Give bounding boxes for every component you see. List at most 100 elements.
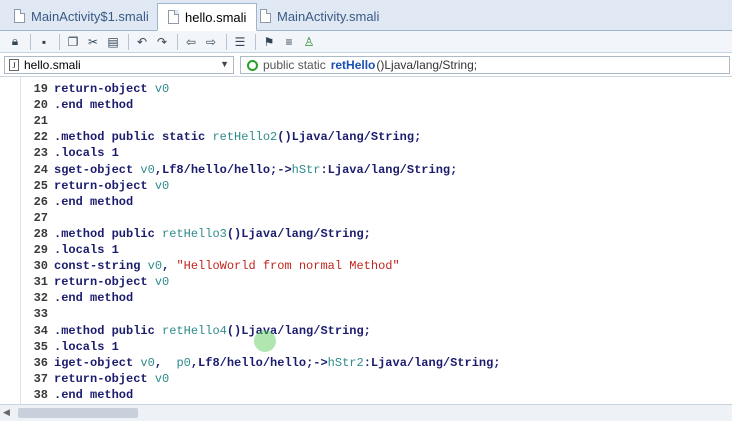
- horizontal-scrollbar[interactable]: ◀: [0, 404, 732, 421]
- redo-icon[interactable]: ↷: [153, 33, 171, 51]
- code-line[interactable]: 20 .end method: [0, 97, 732, 113]
- code-token: .end method: [54, 98, 134, 113]
- code-token: .end method: [54, 291, 134, 306]
- code-editor[interactable]: 19 return-object v0 20 .end method 21 22 .meth…: [0, 77, 732, 404]
- code-line[interactable]: 27: [0, 210, 732, 226]
- code-line[interactable]: 34 .method public retHello4()Ljava/lang/S…: [0, 323, 732, 339]
- code-token: const-string: [54, 259, 148, 274]
- code-token: .method public: [54, 323, 163, 338]
- code-line[interactable]: 29 .locals 1: [0, 242, 732, 258]
- code-text: .end method: [54, 97, 133, 113]
- line-number: 32: [33, 291, 48, 306]
- code-line[interactable]: 30 const-string v0, "HelloWorld from norm…: [0, 258, 732, 274]
- code-token: "HelloWorld from normal Method": [176, 259, 400, 274]
- mouse-cursor-highlight: [254, 330, 276, 352]
- line-number: 19: [33, 82, 48, 96]
- lock-icon[interactable]: 🔒︎: [6, 33, 24, 51]
- code-token: hStr: [291, 162, 321, 177]
- toolbar-separator: [128, 33, 129, 50]
- code-line[interactable]: 37 return-object v0: [0, 371, 732, 387]
- code-text: const-string v0, "HelloWorld from normal…: [54, 258, 400, 274]
- code-line[interactable]: 28 .method public retHello3()Ljava/lang/S…: [0, 226, 732, 242]
- code-token: .method public: [54, 226, 163, 241]
- toolbar-separator: [226, 33, 227, 50]
- code-line[interactable]: 24 sget-object v0,Lf8/hello/hello;->hStr:…: [0, 162, 732, 178]
- run-icon[interactable]: ♙: [300, 33, 318, 51]
- forward-icon[interactable]: ⇨: [202, 33, 220, 51]
- cut-icon[interactable]: ✂: [84, 33, 102, 51]
- toolbar-separator: [255, 33, 256, 50]
- bookmark-icon[interactable]: ⚑: [260, 33, 278, 51]
- code-token: .method public static: [54, 130, 213, 145]
- copy-icon[interactable]: ❐: [64, 33, 82, 51]
- line-number: 22: [33, 130, 48, 145]
- code-line[interactable]: 22 .method public static retHello2()Ljava…: [0, 129, 732, 145]
- code-line[interactable]: 38 .end method: [0, 387, 732, 403]
- code-text: .method public static retHello2()Ljava/l…: [54, 129, 421, 145]
- java-file-icon: J: [9, 59, 19, 71]
- tab-mainactivity-1[interactable]: MainActivity$1.smali: [4, 3, 159, 29]
- save-icon[interactable]: ▪: [35, 33, 53, 51]
- code-line[interactable]: 33: [0, 306, 732, 322]
- code-text: .method public retHello4()Ljava/lang/Str…: [54, 323, 371, 339]
- code-token: v0: [154, 178, 170, 193]
- code-line[interactable]: 36 iget-object v0, p0,Lf8/hello/hello;->h…: [0, 355, 732, 371]
- file-icon: [260, 9, 271, 23]
- code-token: sget-object: [54, 162, 141, 177]
- code-token: .locals 1: [54, 339, 119, 354]
- tab-hello[interactable]: hello.smali: [157, 3, 258, 31]
- format-icon[interactable]: ☰: [231, 33, 249, 51]
- line-number: 23: [33, 146, 48, 161]
- file-selector[interactable]: J hello.smali ▼: [4, 56, 234, 74]
- back-icon[interactable]: ⇦: [182, 33, 200, 51]
- code-text: return-object v0: [54, 371, 169, 387]
- line-number: 35: [33, 339, 48, 354]
- code-line[interactable]: 23 .locals 1: [0, 145, 732, 161]
- code-token: return-object: [54, 178, 155, 193]
- line-number: 28: [33, 226, 48, 241]
- method-signature: ()Ljava/lang/String;: [376, 58, 478, 72]
- tab-mainactivity[interactable]: MainActivity.smali: [250, 3, 389, 29]
- code-line[interactable]: 26 .end method: [0, 194, 732, 210]
- code-text: iget-object v0, p0,Lf8/hello/hello;->hSt…: [54, 355, 501, 371]
- code-token: p0: [176, 355, 191, 370]
- line-number: 31: [33, 275, 48, 290]
- code-text: .end method: [54, 290, 133, 306]
- code-line[interactable]: 35 .locals 1: [0, 339, 732, 355]
- toolbar-separator: [59, 33, 60, 50]
- code-token: v0: [140, 355, 155, 370]
- list-icon[interactable]: ≡: [280, 33, 298, 51]
- code-token: retHello3: [162, 226, 227, 241]
- code-line[interactable]: 21: [0, 113, 732, 129]
- code-token: ()Ljava/lang/String;: [226, 226, 371, 241]
- undo-icon[interactable]: ↶: [133, 33, 151, 51]
- file-selector-value: hello.smali: [24, 58, 81, 72]
- code-token: ,: [154, 355, 177, 370]
- toolbar: 🔒︎ ▪ ❐ ✂ ▤ ↶ ↷ ⇦ ⇨ ☰ ⚑ ≡ ♙: [0, 31, 732, 53]
- method-name: retHello: [330, 58, 376, 72]
- method-selector[interactable]: public static retHello ()Ljava/lang/Stri…: [240, 56, 730, 74]
- code-text: .method public retHello3()Ljava/lang/Str…: [54, 226, 371, 242]
- line-number: 30: [33, 259, 48, 274]
- code-text: .locals 1: [54, 145, 119, 161]
- code-text: .end method: [54, 194, 133, 210]
- code-line[interactable]: 31 return-object v0: [0, 274, 732, 290]
- code-line[interactable]: 19 return-object v0: [0, 81, 732, 97]
- scrollbar-thumb[interactable]: [18, 408, 138, 418]
- line-number: 37: [33, 371, 48, 386]
- code-text: return-object v0: [54, 178, 169, 194]
- code-line[interactable]: 25 return-object v0: [0, 178, 732, 194]
- toolbar-separator: [177, 33, 178, 50]
- paste-icon[interactable]: ▤: [104, 33, 122, 51]
- code-token: .locals 1: [54, 146, 119, 161]
- code-token: hStr2: [327, 355, 364, 370]
- code-token: v0: [154, 275, 170, 290]
- code-token: :Ljava/lang/String;: [320, 162, 458, 177]
- tab-label: MainActivity$1.smali: [31, 8, 149, 24]
- line-number: 29: [33, 243, 48, 257]
- code-line[interactable]: 32 .end method: [0, 290, 732, 306]
- line-number: 36: [33, 355, 48, 370]
- scroll-left-icon[interactable]: ◀: [3, 407, 10, 418]
- code-token: :Ljava/lang/String;: [363, 355, 501, 370]
- line-number: 21: [33, 114, 48, 129]
